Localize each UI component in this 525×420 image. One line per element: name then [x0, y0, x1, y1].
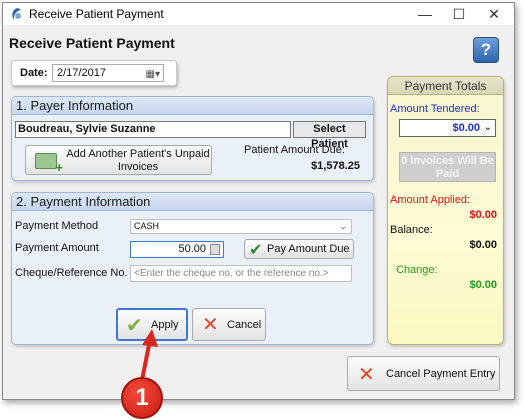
amount-tendered-select[interactable]: $0.00 ⌄: [399, 119, 496, 137]
cheque-reference-label: Cheque/Reference No.: [15, 267, 128, 279]
chevron-down-icon: ⌄: [483, 122, 492, 133]
date-label: Date:: [20, 67, 48, 79]
payment-information-title: 2. Payment Information: [12, 193, 373, 211]
invoices-will-be-paid-button[interactable]: 0 Invoices Will Be Paid: [399, 152, 496, 182]
change-label: Change:: [396, 264, 438, 276]
checkmark-icon: ✔: [249, 242, 263, 259]
amount-due-value: $1,578.25: [311, 160, 360, 172]
add-patient-invoices-button[interactable]: Add Another Patient's Unpaid Invoices: [25, 145, 212, 175]
payment-amount-value: 50.00: [178, 243, 206, 255]
amount-applied-value: $0.00: [469, 209, 497, 221]
payer-information-title: 1. Payer Information: [12, 97, 373, 115]
amount-applied-label: Amount Applied:: [390, 194, 471, 206]
cancel-payment-entry-button[interactable]: ✕ Cancel Payment Entry: [347, 356, 500, 391]
pay-amount-due-button[interactable]: ✔ Pay Amount Due: [244, 239, 354, 259]
payment-method-value: CASH: [134, 221, 160, 231]
minimize-button[interactable]: —: [408, 3, 442, 25]
receive-payment-window: Receive Patient Payment — ☐ ✕ Receive Pa…: [2, 2, 515, 400]
payment-totals-title: Payment Totals: [388, 77, 503, 95]
callout-arrow-icon: [140, 329, 158, 381]
close-icon: ✕: [358, 364, 375, 386]
add-patient-card-icon: [35, 153, 63, 175]
amount-due-label: Patient Amount Due:: [244, 144, 345, 156]
payment-amount-label: Payment Amount: [15, 242, 99, 254]
page-title: Receive Patient Payment: [9, 35, 175, 51]
change-value: $0.00: [469, 279, 497, 291]
payment-method-select[interactable]: CASH ⌄: [130, 219, 352, 234]
add-invoices-label: Add Another Patient's Unpaid Invoices: [66, 148, 210, 173]
cancel-label: Cancel: [227, 319, 262, 331]
cancel-payment-entry-label: Cancel Payment Entry: [386, 368, 496, 380]
date-panel: Date: 2/17/2017 ▦▾: [11, 60, 177, 86]
cancel-button[interactable]: ✕ Cancel: [192, 308, 266, 341]
select-patient-button[interactable]: Select Patient: [293, 121, 366, 150]
amount-tendered-value: $0.00: [452, 122, 480, 134]
close-button[interactable]: ✕: [477, 3, 511, 25]
close-icon: ✕: [202, 314, 219, 336]
title-bar: Receive Patient Payment — ☐ ✕: [3, 3, 514, 25]
date-value: 2/17/2017: [57, 67, 106, 79]
window-title: Receive Patient Payment: [29, 7, 164, 21]
calculator-icon[interactable]: [210, 244, 220, 255]
date-field[interactable]: 2/17/2017 ▦▾: [52, 64, 164, 82]
payment-information-group: 2. Payment Information Payment Method CA…: [11, 192, 374, 345]
step-number-badge: 1: [121, 377, 163, 419]
cheque-reference-input[interactable]: <Enter the cheque no. or the reference n…: [130, 265, 352, 282]
payment-amount-input[interactable]: 50.00: [130, 241, 224, 258]
amount-tendered-label: Amount Tendered:: [390, 103, 480, 115]
payment-method-label: Payment Method: [15, 220, 99, 232]
patient-name-field[interactable]: Boudreau, Sylvie Suzanne: [15, 121, 291, 138]
balance-label: Balance:: [390, 224, 433, 236]
maximize-button[interactable]: ☐: [442, 3, 476, 25]
app-logo-icon: [12, 8, 21, 20]
payment-totals-panel: Payment Totals Amount Tendered: $0.00 ⌄ …: [387, 76, 504, 345]
chevron-down-icon: ⌄: [339, 221, 347, 231]
help-icon[interactable]: ?: [473, 37, 499, 63]
balance-value: $0.00: [469, 239, 497, 251]
pay-amount-due-label: Pay Amount Due: [267, 243, 350, 255]
payer-information-group: 1. Payer Information Boudreau, Sylvie Su…: [11, 96, 374, 181]
calendar-dropdown-icon[interactable]: ▦▾: [146, 67, 160, 83]
